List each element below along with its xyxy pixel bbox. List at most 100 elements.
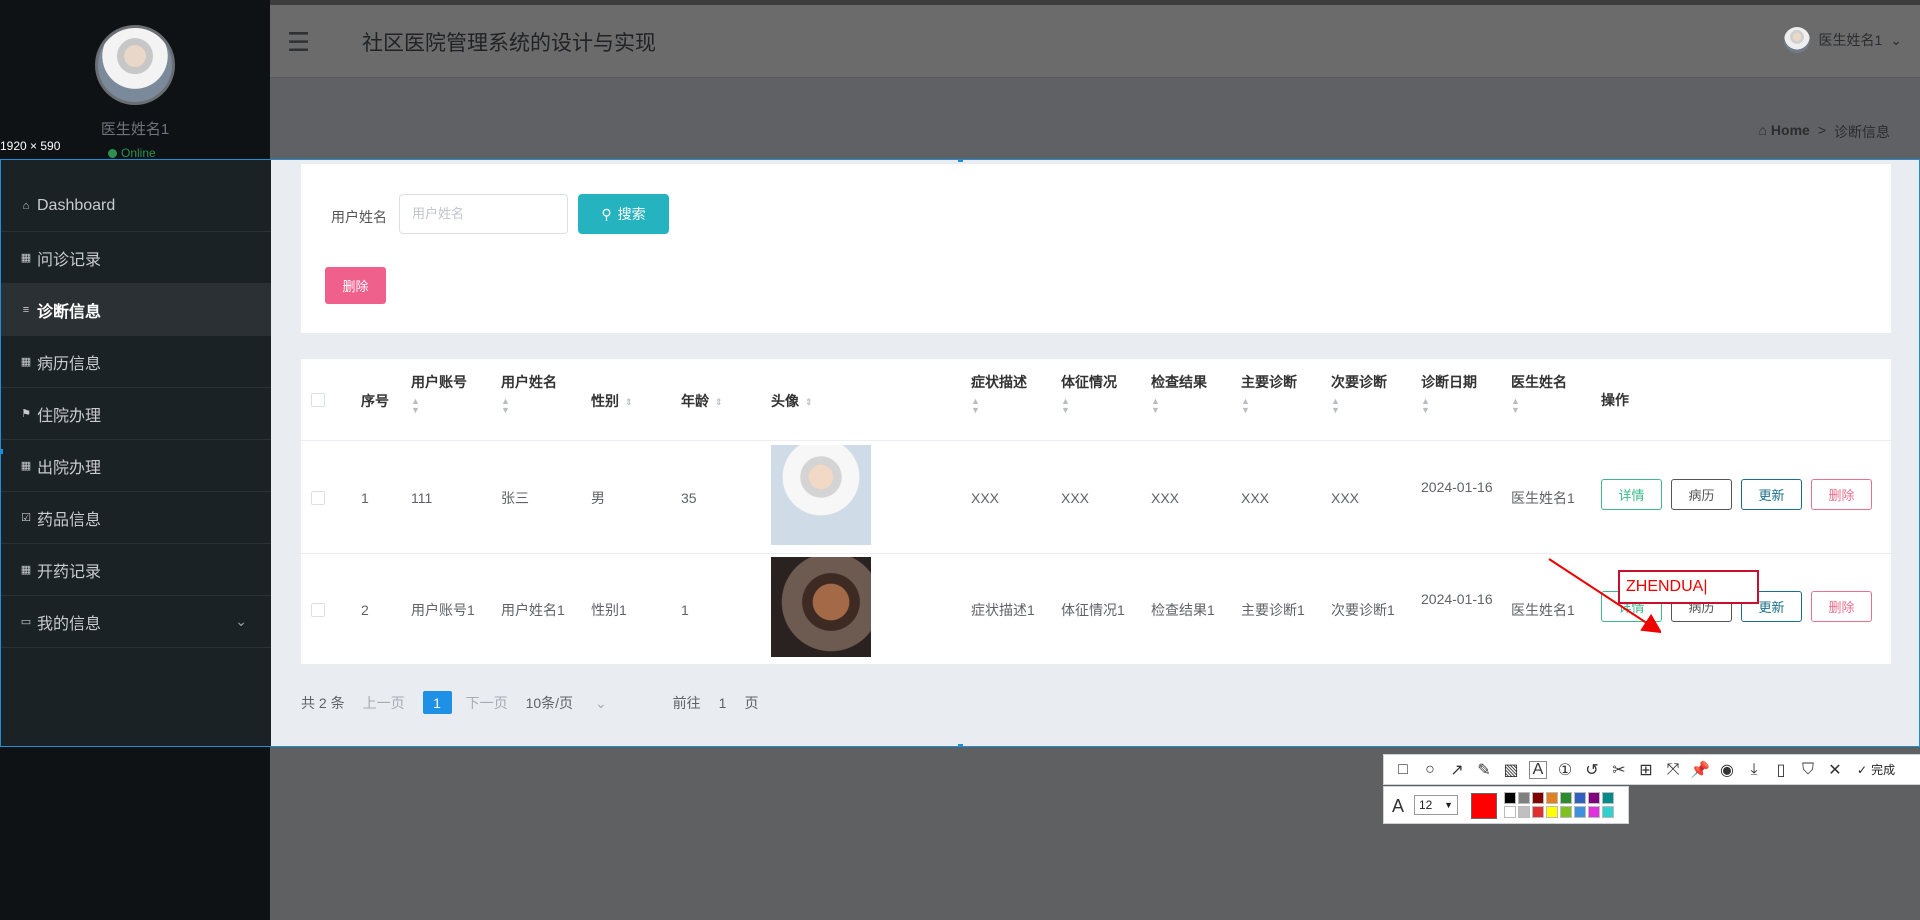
search-button[interactable]: ⚲ 搜索 — [578, 194, 669, 234]
done-button[interactable]: ✓ 完成 — [1857, 761, 1895, 778]
color-swatch[interactable] — [1518, 806, 1530, 818]
annotation-text-box[interactable]: ZHENDUA| — [1618, 570, 1759, 604]
column-header[interactable]: 体征情况 ▲ ▼ — [1061, 373, 1117, 415]
ocr-icon[interactable]: ⤧ — [1664, 761, 1682, 779]
row-checkbox[interactable] — [311, 491, 325, 505]
pin-icon[interactable]: 📌 — [1690, 761, 1710, 779]
sort-icon[interactable]: ▲ ▼ — [1151, 397, 1207, 415]
row-checkbox[interactable] — [311, 603, 325, 617]
sort-icon[interactable]: ⇕ — [805, 397, 813, 407]
resize-handle[interactable] — [1, 449, 3, 454]
mosaic-tool-icon[interactable]: ▧ — [1502, 761, 1520, 779]
hamburger-icon[interactable]: ☰ — [287, 27, 310, 58]
avatar-photo[interactable] — [771, 445, 871, 545]
main-content: 用户姓名 用户姓名 ⚲ 搜索 删除 序号 用户账号 ▲ ▼ 用户姓名 ▲ ▼ 性别 ⇕ 年龄… — [271, 160, 1919, 746]
sidebar-item-admission[interactable]: ⚑ 住院办理 — [1, 388, 271, 440]
download-icon[interactable]: ⤓ — [1745, 761, 1763, 779]
column-header[interactable]: 用户姓名 ▲ ▼ — [501, 373, 557, 415]
search-input[interactable]: 用户姓名 — [399, 194, 568, 234]
page-size-select[interactable]: 10条/页 ⌄ — [526, 693, 625, 713]
column-header: 操作 — [1601, 392, 1629, 408]
flag-icon: ⚑ — [21, 408, 31, 420]
select-all-checkbox[interactable] — [311, 393, 325, 407]
update-button[interactable]: 更新 — [1741, 479, 1802, 510]
breadcrumb-home[interactable]: ⌂ Home — [1759, 122, 1810, 142]
rectangle-tool-icon[interactable]: □ — [1394, 761, 1412, 779]
record-icon[interactable]: ◉ — [1718, 761, 1736, 779]
current-color-swatch[interactable] — [1471, 793, 1497, 819]
sidebar-item-diagnosis[interactable]: ≡ 诊断信息 — [1, 284, 271, 336]
translate-icon[interactable]: ⊞ — [1637, 761, 1655, 779]
search-icon: ⚲ — [601, 205, 612, 222]
column-header[interactable]: 主要诊断 ▲ ▼ — [1241, 373, 1297, 415]
sort-icon[interactable]: ⇕ — [625, 397, 633, 407]
prev-page-button[interactable]: 上一页 — [363, 693, 405, 713]
ellipse-tool-icon[interactable]: ○ — [1421, 761, 1439, 779]
page-number[interactable]: 1 — [422, 691, 452, 714]
goto-page-input[interactable]: 1 — [719, 695, 727, 711]
color-swatch[interactable] — [1574, 806, 1586, 818]
goto-unit: 页 — [744, 694, 759, 711]
color-swatch[interactable] — [1602, 792, 1614, 804]
color-swatch[interactable] — [1518, 792, 1530, 804]
sort-icon[interactable]: ▲ ▼ — [1421, 397, 1477, 415]
sort-icon[interactable]: ▲ ▼ — [1511, 397, 1567, 415]
column-header[interactable]: 诊断日期 ▲ ▼ — [1421, 373, 1477, 415]
color-swatch[interactable] — [1546, 806, 1558, 818]
font-size-select[interactable]: 12 ▼ — [1414, 795, 1458, 815]
text-tool-icon[interactable]: A — [1529, 760, 1547, 779]
undo-icon[interactable]: ↺ — [1583, 761, 1601, 779]
color-swatch[interactable] — [1504, 806, 1516, 818]
column-header[interactable]: 次要诊断 ▲ ▼ — [1331, 373, 1387, 415]
arrow-tool-icon[interactable]: ↗ — [1448, 761, 1466, 779]
sort-icon[interactable]: ▲ ▼ — [1241, 397, 1297, 415]
color-swatch[interactable] — [1560, 806, 1572, 818]
delete-button[interactable]: 删除 — [1811, 591, 1872, 622]
column-header[interactable]: 医生姓名 ▲ ▼ — [1511, 373, 1567, 415]
number-tool-icon[interactable]: ① — [1556, 761, 1574, 779]
sort-icon[interactable]: ⇕ — [715, 397, 723, 407]
color-swatch[interactable] — [1574, 792, 1586, 804]
scissors-icon[interactable]: ✂ — [1610, 761, 1628, 779]
sidebar-item-my-info[interactable]: ▭ 我的信息 ⌄ — [1, 596, 271, 648]
bookmark-icon[interactable]: ⛉ — [1799, 761, 1817, 779]
sidebar-item-consultation[interactable]: ▦ 问诊记录 — [1, 232, 271, 284]
color-swatch[interactable] — [1588, 806, 1600, 818]
color-swatch[interactable] — [1504, 792, 1516, 804]
column-header[interactable]: 检查结果 ▲ ▼ — [1151, 373, 1207, 415]
sidebar-item-medicine[interactable]: ☑ 药品信息 — [1, 492, 271, 544]
color-swatch[interactable] — [1560, 792, 1572, 804]
pen-tool-icon[interactable]: ✎ — [1475, 761, 1493, 779]
selection-frame[interactable]: ⌂ Dashboard ▦ 问诊记录 ≡ 诊断信息 ▦ 病历信息 ⚑ 住院办理 ▦ 出院办理… — [0, 159, 1920, 747]
column-header[interactable]: 性别 ⇕ — [591, 392, 633, 410]
resize-handle[interactable] — [958, 160, 963, 162]
column-header[interactable]: 症状描述 ▲ ▼ — [971, 373, 1027, 415]
next-page-button[interactable]: 下一页 — [466, 693, 508, 713]
column-header[interactable]: 头像 ⇕ — [771, 392, 813, 410]
sort-icon[interactable]: ▲ ▼ — [1331, 397, 1387, 415]
delete-button[interactable]: 删除 — [1811, 479, 1872, 510]
column-header[interactable]: 年龄 ⇕ — [681, 392, 723, 410]
column-header[interactable]: 用户账号 ▲ ▼ — [411, 373, 467, 415]
color-swatch[interactable] — [1602, 806, 1614, 818]
avatar-photo[interactable] — [771, 557, 871, 657]
sidebar-item-discharge[interactable]: ▦ 出院办理 — [1, 440, 271, 492]
color-swatch[interactable] — [1546, 792, 1558, 804]
detail-button[interactable]: 详情 — [1601, 479, 1662, 510]
sidebar-item-medical-records[interactable]: ▦ 病历信息 — [1, 336, 271, 388]
color-swatch[interactable] — [1532, 792, 1544, 804]
color-swatch[interactable] — [1588, 792, 1600, 804]
user-menu[interactable]: 医生姓名1 ⌄ — [1784, 27, 1902, 53]
color-swatch[interactable] — [1532, 806, 1544, 818]
sort-icon[interactable]: ▲ ▼ — [1061, 397, 1117, 415]
phone-icon[interactable]: ▯ — [1772, 761, 1790, 779]
table-header: 序号 用户账号 ▲ ▼ 用户姓名 ▲ ▼ 性别 ⇕ 年龄 ⇕ 头像 ⇕ 症状描述 ▲ ▼ 体征情况… — [301, 359, 1891, 441]
batch-delete-button[interactable]: 删除 — [325, 267, 386, 304]
sidebar-item-prescriptions[interactable]: ▦ 开药记录 — [1, 544, 271, 596]
sidebar-item-dashboard[interactable]: ⌂ Dashboard — [1, 180, 271, 232]
sort-icon[interactable]: ▲ ▼ — [411, 397, 467, 415]
sort-icon[interactable]: ▲ ▼ — [501, 397, 557, 415]
sort-icon[interactable]: ▲ ▼ — [971, 397, 1027, 415]
medical-record-button[interactable]: 病历 — [1671, 479, 1732, 510]
close-icon[interactable]: ✕ — [1826, 761, 1844, 779]
